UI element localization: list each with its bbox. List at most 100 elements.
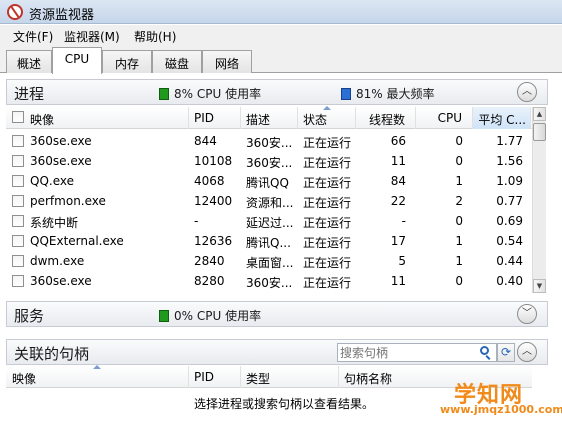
process-description: 腾讯Q... [246, 236, 291, 250]
process-checkbox[interactable] [12, 155, 24, 167]
process-pid: 844 [194, 134, 217, 148]
process-status: 正在运行 [303, 136, 352, 150]
process-description: 桌面窗... [246, 256, 294, 270]
scroll-down-arrow-icon[interactable]: ▼ [533, 279, 546, 293]
process-row[interactable]: 360se.exe 844 360安... 正在运行 66 0 1.77 [6, 131, 532, 151]
process-pid: 4068 [194, 174, 225, 188]
sort-ascending-icon [93, 365, 101, 369]
process-checkbox[interactable] [12, 235, 24, 247]
search-handles-input[interactable] [337, 343, 497, 362]
services-title: 服务 [14, 307, 45, 325]
process-average-cpu: 1.09 [496, 174, 523, 188]
menu-file[interactable]: 文件(F) [13, 28, 53, 45]
services-header[interactable]: 服务 0% CPU 使用率 ﹀ [6, 301, 548, 327]
process-pid: 8280 [194, 274, 225, 288]
process-average-cpu: 0.44 [496, 254, 523, 268]
process-status: 正在运行 [303, 256, 352, 270]
max-frequency-stat: 81% 最大频率 [341, 85, 435, 102]
chevron-up-icon: ︿ [522, 346, 532, 357]
chevron-down-icon: ﹀ [522, 308, 532, 319]
column-image-label: 映像 [30, 113, 55, 127]
collapse-processes-button[interactable]: ︿ [517, 82, 537, 102]
tab-memory[interactable]: 内存 [102, 50, 152, 73]
tab-cpu[interactable]: CPU [52, 47, 102, 74]
handles-column-image-label: 映像 [12, 372, 37, 386]
column-description-label: 描述 [246, 113, 271, 127]
services-cpu-icon [159, 310, 169, 322]
tab-disk[interactable]: 磁盘 [152, 50, 202, 73]
process-average-cpu: 0.69 [496, 214, 523, 228]
tab-network[interactable]: 网络 [202, 50, 252, 73]
process-row[interactable]: dwm.exe 2840 桌面窗... 正在运行 5 1 0.44 [6, 251, 532, 271]
tab-overview[interactable]: 概述 [6, 50, 52, 73]
process-row[interactable]: 360se.exe 8280 360安... 正在运行 11 0 0.40 [6, 271, 532, 291]
chevron-up-icon: ︿ [522, 86, 532, 97]
process-description: 360安... [246, 276, 293, 290]
process-threads: 84 [390, 174, 406, 188]
process-checkbox[interactable] [12, 275, 24, 287]
column-description[interactable]: 描述 [241, 107, 298, 129]
column-cpu[interactable]: CPU [416, 107, 473, 129]
process-pid: 10108 [194, 154, 233, 168]
column-average-cpu[interactable]: 平均 C... [473, 107, 531, 129]
scroll-up-arrow-icon[interactable]: ▲ [533, 107, 546, 121]
window-title: 资源监视器 [29, 8, 95, 23]
process-row[interactable]: 360se.exe 10108 360安... 正在运行 11 0 1.56 [6, 151, 532, 171]
process-checkbox[interactable] [12, 195, 24, 207]
expand-services-button[interactable]: ﹀ [517, 304, 537, 324]
process-pid: 2840 [194, 254, 225, 268]
process-image: perfmon.exe [30, 194, 106, 208]
column-image[interactable]: 映像 [6, 107, 189, 129]
process-average-cpu: 1.56 [496, 154, 523, 168]
handles-column-pid[interactable]: PID [189, 366, 241, 388]
handles-title: 关联的句柄 [14, 345, 90, 363]
column-status[interactable]: 状态 [298, 106, 356, 129]
scrollbar-thumb[interactable] [533, 123, 546, 141]
cpu-usage-label: 8% CPU 使用率 [174, 87, 262, 101]
process-checkbox[interactable] [12, 255, 24, 267]
process-status: 正在运行 [303, 236, 352, 250]
process-row[interactable]: QQ.exe 4068 腾讯QQ 正在运行 84 1 1.09 [6, 171, 532, 191]
process-description: 腾讯QQ [246, 176, 289, 190]
handles-column-type[interactable]: 类型 [241, 366, 339, 388]
process-checkbox[interactable] [12, 215, 24, 227]
handles-column-pid-label: PID [194, 370, 215, 384]
process-threads: 17 [390, 234, 406, 248]
search-icon[interactable] [480, 346, 489, 355]
process-row[interactable]: QQExternal.exe 12636 腾讯Q... 正在运行 17 1 0.… [6, 231, 532, 251]
process-average-cpu: 0.77 [496, 194, 523, 208]
process-row[interactable]: 系统中断 - 延迟过... 正在运行 - 0 0.69 [6, 211, 532, 231]
process-status: 正在运行 [303, 196, 352, 210]
collapse-handles-button[interactable]: ︿ [517, 342, 537, 362]
cpu-usage-icon [159, 88, 169, 100]
process-cpu: 0 [455, 274, 463, 288]
menu-help[interactable]: 帮助(H) [134, 28, 176, 45]
refresh-button[interactable]: ⟳ [497, 343, 515, 362]
handles-column-name-label: 句柄名称 [344, 372, 393, 386]
menu-bar: 文件(F) 监视器(M) 帮助(H) [0, 25, 562, 46]
process-pid: 12636 [194, 234, 233, 248]
process-average-cpu: 0.40 [496, 274, 523, 288]
process-average-cpu: 0.54 [496, 234, 523, 248]
column-status-label: 状态 [303, 113, 328, 127]
process-threads: 66 [390, 134, 406, 148]
process-checkbox[interactable] [12, 135, 24, 147]
process-checkbox[interactable] [12, 175, 24, 187]
handles-column-image[interactable]: 映像 [6, 365, 189, 388]
column-threads-label: 线程数 [368, 113, 405, 127]
process-row[interactable]: perfmon.exe 12400 资源和... 正在运行 22 2 0.77 [6, 191, 532, 211]
processes-header[interactable]: 进程 8% CPU 使用率 81% 最大频率 ︿ [6, 79, 548, 105]
process-image: 360se.exe [30, 134, 92, 148]
watermark-url: www.jmqz1000.com [440, 403, 562, 416]
process-average-cpu: 1.77 [496, 134, 523, 148]
processes-scrollbar[interactable]: ▲ ▼ [532, 107, 546, 293]
title-bar: 资源监视器 [0, 0, 562, 24]
handles-header[interactable]: 关联的句柄 ⟳ ︿ [6, 339, 548, 365]
select-all-checkbox[interactable] [12, 111, 24, 123]
column-threads[interactable]: 线程数 [356, 107, 416, 129]
menu-monitor[interactable]: 监视器(M) [64, 28, 120, 45]
refresh-icon: ⟳ [500, 345, 512, 359]
process-threads: 11 [390, 274, 406, 288]
cpu-usage-stat: 8% CPU 使用率 [159, 85, 261, 102]
column-pid[interactable]: PID [189, 107, 241, 129]
